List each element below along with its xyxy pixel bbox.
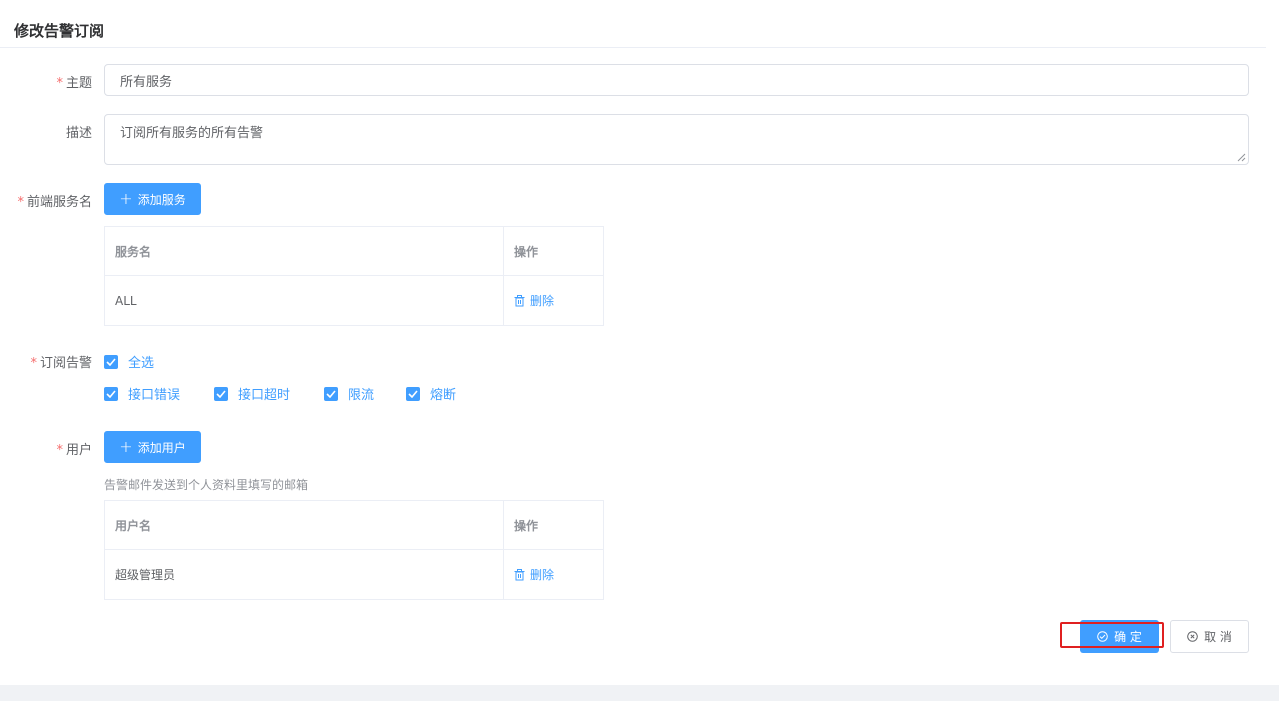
add-user-button[interactable]: + 添加用户 [104,431,201,463]
users-hint-text: 告警邮件发送到个人资料里填写的邮箱 [104,478,309,492]
subscribe-alerts-label: * 订阅告警 [30,356,92,371]
checkbox-interface-timeout[interactable]: 接口超时 [214,384,290,403]
add-user-button-label: 添加用户 [137,440,186,455]
required-mark: * [56,443,63,458]
table-header-row: 服务名 操作 [105,227,603,276]
subject-label: * 主题 [56,76,92,91]
close-circle-icon [1187,631,1198,642]
plus-icon: + [119,189,133,208]
delete-label: 删除 [530,568,555,582]
checkbox-checked-icon [406,386,420,401]
trash-icon [514,294,525,306]
title-divider [0,47,1266,48]
checkbox-label: 限流 [348,388,375,403]
column-header-service-name: 服务名 [105,227,504,275]
cancel-button-label: 取 消 [1204,630,1232,644]
cancel-button[interactable]: 取 消 [1170,620,1249,653]
service-table: 服务名 操作 ALL 删除 [104,226,604,326]
description-label: 描述 [65,126,92,141]
check-circle-icon [1097,631,1108,642]
checkbox-circuit-breaker[interactable]: 熔断 [406,384,456,403]
trash-icon [514,568,525,580]
users-label: * 用户 [56,443,92,458]
checkbox-checked-icon [104,386,118,401]
page-title: 修改告警订阅 [14,22,105,40]
delete-label: 删除 [530,294,555,308]
frontend-service-label: * 前端服务名 [17,195,92,210]
column-header-username: 用户名 [105,501,504,549]
description-textarea-value: 订阅所有服务的所有告警 [120,126,264,141]
table-row: 超级管理员 删除 [105,550,603,599]
description-textarea[interactable]: 订阅所有服务的所有告警 [104,114,1249,165]
checkbox-rate-limit[interactable]: 限流 [324,384,374,403]
confirm-button[interactable]: 确 定 [1080,620,1159,653]
checkbox-checked-icon [214,386,228,401]
table-header-row: 用户名 操作 [105,501,603,550]
checkbox-checked-icon [104,354,118,369]
required-mark: * [30,356,37,371]
action-cell: 删除 [504,276,603,325]
confirm-button-label: 确 定 [1114,630,1142,644]
user-table: 用户名 操作 超级管理员 删除 [104,500,604,600]
delete-service-link[interactable]: 删除 [514,292,554,309]
delete-user-link[interactable]: 删除 [514,566,554,583]
resize-grip-icon[interactable] [1237,153,1246,162]
subject-input-value: 所有服务 [120,74,173,90]
required-mark: * [17,195,24,210]
service-name-cell: ALL [105,276,504,325]
footer-bar [0,685,1279,701]
checkbox-interface-error[interactable]: 接口错误 [104,384,180,403]
checkbox-label: 接口超时 [238,388,291,403]
subject-input[interactable]: 所有服务 [104,64,1249,96]
username-cell: 超级管理员 [105,550,504,599]
add-service-button[interactable]: + 添加服务 [104,183,201,215]
column-header-action: 操作 [514,244,539,259]
required-mark: * [56,76,63,91]
checkbox-label: 接口错误 [128,388,181,403]
column-header-action: 操作 [514,518,539,533]
plus-icon: + [119,437,133,456]
edit-alert-subscription-page: 修改告警订阅 * 主题 所有服务 描述 订阅所有服务的所有告警 * 前端服务名 + … [0,0,1279,701]
checkbox-label: 熔断 [430,388,457,403]
checkbox-checked-icon [324,386,338,401]
add-service-button-label: 添加服务 [137,192,186,207]
action-cell: 删除 [504,550,603,599]
select-all-label: 全选 [128,356,155,371]
table-row: ALL 删除 [105,276,603,325]
select-all-checkbox[interactable]: 全选 [104,352,154,371]
